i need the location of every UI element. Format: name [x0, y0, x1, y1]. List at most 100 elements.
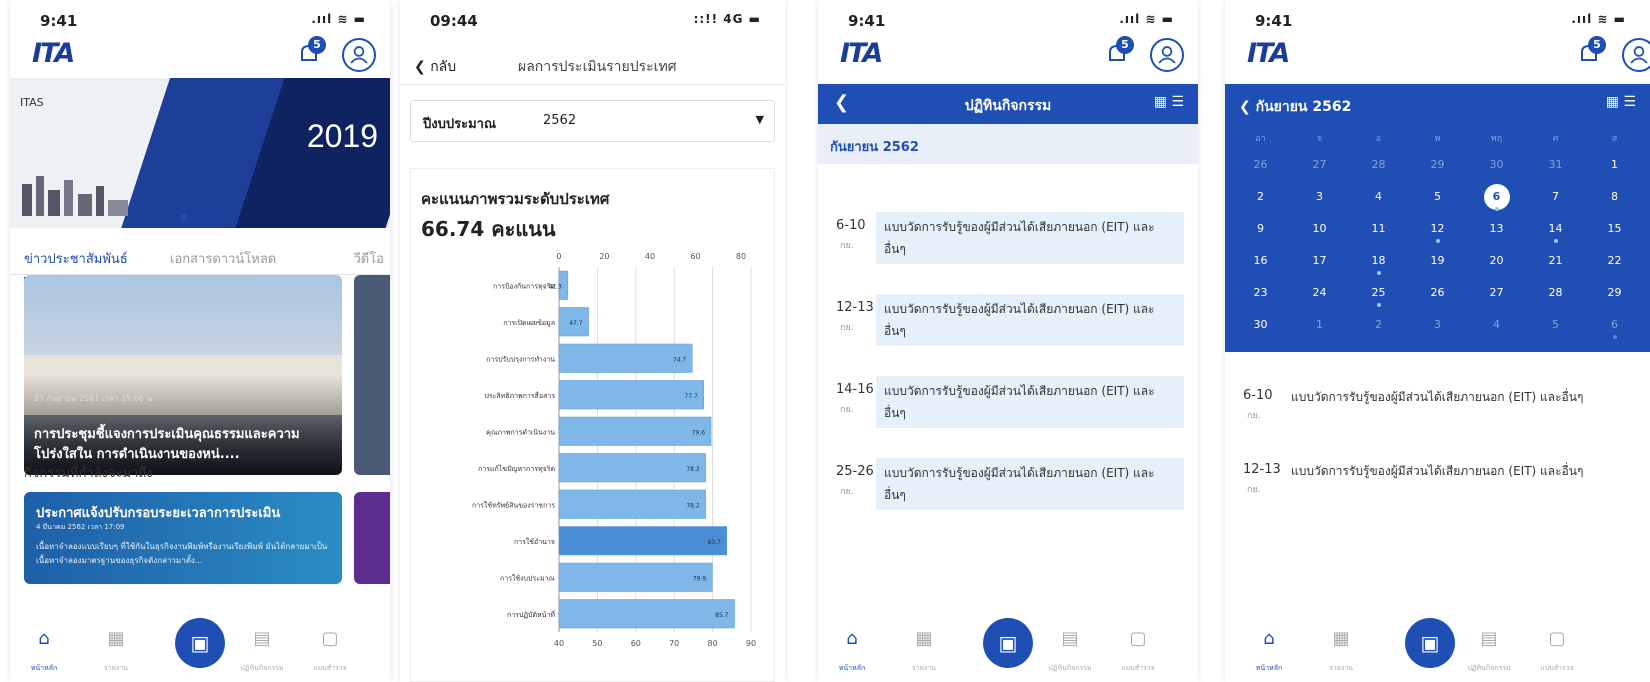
weekday-label: อ [1375, 134, 1382, 144]
report-icon[interactable]: ▦ [96, 628, 136, 649]
header-icons: 5 [286, 36, 376, 76]
calendar-day[interactable]: 21 [1526, 246, 1585, 278]
calendar-day[interactable]: 2 [1231, 182, 1290, 214]
event-text: แบบวัดการรับรู้ของผู้มีส่วนได้เสียภายนอก… [876, 294, 1184, 346]
signal-icon: ::!! 4G ▬ [693, 12, 761, 26]
calendar-day[interactable]: 9 [1231, 214, 1290, 246]
qr-scan-button[interactable]: ▣ [1405, 618, 1455, 668]
survey-icon[interactable]: ▢ [310, 628, 350, 649]
calendar-day[interactable]: 16 [1231, 246, 1290, 278]
calendar-day[interactable]: 5 [1408, 182, 1467, 214]
calendar-day[interactable]: 4 [1467, 310, 1526, 342]
user-icon[interactable] [342, 38, 376, 72]
back-button[interactable]: ❮ กลับ [414, 56, 456, 78]
calendar-day[interactable]: 27 [1467, 278, 1526, 310]
calendar-day[interactable]: 15 [1585, 214, 1644, 246]
banner[interactable]: ITAS 2019 [10, 78, 390, 228]
calendar-icon[interactable]: ▤ [1469, 628, 1509, 649]
calendar-day[interactable]: 29 [1408, 150, 1467, 182]
month-header: กันยายน 2562 [818, 124, 1198, 164]
tab-downloads[interactable]: เอกสารดาวน์โหลด [170, 248, 276, 269]
calendar-day[interactable]: 13 [1467, 214, 1526, 246]
calendar-day[interactable]: 17 [1290, 246, 1349, 278]
data-label: 42.3 [548, 283, 562, 290]
user-icon[interactable] [1150, 38, 1184, 72]
calendar-day[interactable]: 31 [1526, 150, 1585, 182]
survey-icon[interactable]: ▢ [1118, 628, 1158, 649]
survey-icon[interactable]: ▢ [1537, 628, 1577, 649]
data-label: 79.6 [692, 429, 706, 436]
calendar-icon[interactable]: ▤ [242, 628, 282, 649]
calendar-day[interactable]: 25 [1349, 278, 1408, 310]
event-text: แบบวัดการรับรู้ของผู้มีส่วนได้เสียภายนอก… [876, 376, 1184, 428]
phone-country-results: 09:44 ::!! 4G ▬ ❮ กลับ ผลการประเมินรายปร… [400, 0, 785, 682]
activity-card-next[interactable] [354, 492, 390, 584]
calendar-day[interactable]: 14 [1526, 214, 1585, 246]
activity-card[interactable]: ประกาศแจ้งปรับกรอบระยะเวลาการประเมิน 4 ม… [24, 492, 342, 584]
home-icon[interactable]: ⌂ [832, 628, 872, 649]
phone-home-screen: 9:41 .ııl ≋ ▬ ITA 5 ITAS 2019 ●○○○○ ข่าว… [10, 0, 390, 682]
calendar-day[interactable]: 6 [1585, 310, 1644, 342]
calendar-day[interactable]: 28 [1349, 150, 1408, 182]
user-icon[interactable] [1622, 38, 1650, 72]
calendar-day[interactable]: 2 [1349, 310, 1408, 342]
calendar-day[interactable]: 27 [1290, 150, 1349, 182]
calendar-day[interactable]: 18 [1349, 246, 1408, 278]
report-icon[interactable]: ▦ [1321, 628, 1361, 649]
calendar-day[interactable]: 26 [1408, 278, 1467, 310]
ita-logo: ITA [32, 38, 75, 69]
news-card[interactable]: 27 กันยายน 2561 เวลา 15:06 น. การประชุมช… [24, 275, 342, 475]
calendar-day[interactable]: 20 [1467, 246, 1526, 278]
calendar-day[interactable]: 11 [1349, 214, 1408, 246]
calendar-header: ❮ กันยายน 2562 ▦ ☰ อาจอพพฤศส 26 27 28 29 30 31… [1225, 84, 1650, 352]
calendar-month-label: กันยายน 2562 [1255, 99, 1352, 115]
calendar-day[interactable]: 29 [1585, 278, 1644, 310]
qr-scan-button[interactable]: ▣ [983, 618, 1033, 668]
calendar-day[interactable]: 30 [1467, 150, 1526, 182]
score-value: 66.74 คะแนน [421, 217, 556, 241]
event-item[interactable]: 12-13 กย. แบบวัดการรับรู้ของผู้มีส่วนได้… [1225, 452, 1650, 512]
event-item[interactable]: 12-13 กย. แบบวัดการรับรู้ของผู้มีส่วนได้… [818, 290, 1198, 350]
calendar-day[interactable]: 10 [1290, 214, 1349, 246]
report-icon[interactable]: ▦ [904, 628, 944, 649]
qr-scan-button[interactable]: ▣ [175, 618, 225, 668]
home-icon[interactable]: ⌂ [1249, 628, 1289, 649]
view-toggle-icons[interactable]: ▦ ☰ [1606, 94, 1636, 110]
view-toggle-icons[interactable]: ▦ ☰ [1154, 94, 1184, 110]
calendar-day[interactable]: 22 [1585, 246, 1644, 278]
news-card-next[interactable] [354, 275, 390, 475]
calendar-day[interactable]: 24 [1290, 278, 1349, 310]
calendar-week-row: 26 27 28 29 30 31 1 [1231, 150, 1644, 182]
calendar-month-nav[interactable]: ❮ กันยายน 2562 [1239, 96, 1351, 118]
calendar-icon[interactable]: ▤ [1050, 628, 1090, 649]
calendar-day[interactable]: 23 [1231, 278, 1290, 310]
fiscal-year-select[interactable]: ปีงบประมาณ 2562 ▼ [410, 100, 775, 142]
calendar-day[interactable]: 1 [1290, 310, 1349, 342]
carousel-dots[interactable]: ●○○○○ [180, 212, 234, 222]
calendar-day[interactable]: 30 [1231, 310, 1290, 342]
calendar-day[interactable]: 4 [1349, 182, 1408, 214]
tab-video[interactable]: วีดีโอ [353, 248, 384, 269]
calendar-day[interactable]: 5 [1526, 310, 1585, 342]
event-item[interactable]: 14-16 กย. แบบวัดการรับรู้ของผู้มีส่วนได้… [818, 372, 1198, 432]
phone-calendar: 9:41 .ııl ≋ ▬ ITA 5 ❮ กันยายน 2562 ▦ ☰ อ… [1225, 0, 1650, 682]
city-illustration [22, 176, 128, 216]
status-bar: 9:41 .ııl ≋ ▬ [1225, 8, 1650, 32]
event-item[interactable]: 6-10 กย. แบบวัดการรับรู้ของผู้มีส่วนได้เ… [1225, 378, 1650, 438]
calendar-day[interactable]: 26 [1231, 150, 1290, 182]
event-item[interactable]: 25-26 กย. แบบวัดการรับรู้ของผู้มีส่วนได้… [818, 454, 1198, 514]
calendar-day[interactable]: 12 [1408, 214, 1467, 246]
calendar-day[interactable]: 1 [1585, 150, 1644, 182]
calendar-day[interactable]: 3 [1408, 310, 1467, 342]
calendar-day[interactable]: 7 [1526, 182, 1585, 214]
event-text: แบบวัดการรับรู้ของผู้มีส่วนได้เสียภายนอก… [1283, 382, 1636, 434]
calendar-day[interactable]: 3 [1290, 182, 1349, 214]
event-item[interactable]: 6-10 กย. แบบวัดการรับรู้ของผู้มีส่วนได้เ… [818, 208, 1198, 268]
home-icon[interactable]: ⌂ [24, 628, 64, 649]
signal-icon: .ııl ≋ ▬ [1571, 12, 1626, 26]
calendar-day[interactable]: 6 [1467, 182, 1526, 214]
calendar-day[interactable]: 8 [1585, 182, 1644, 214]
content-tabs: ข่าวประชาสัมพันธ์ เอกสารดาวน์โหลด วีดีโอ [10, 240, 390, 279]
calendar-day[interactable]: 19 [1408, 246, 1467, 278]
calendar-day[interactable]: 28 [1526, 278, 1585, 310]
